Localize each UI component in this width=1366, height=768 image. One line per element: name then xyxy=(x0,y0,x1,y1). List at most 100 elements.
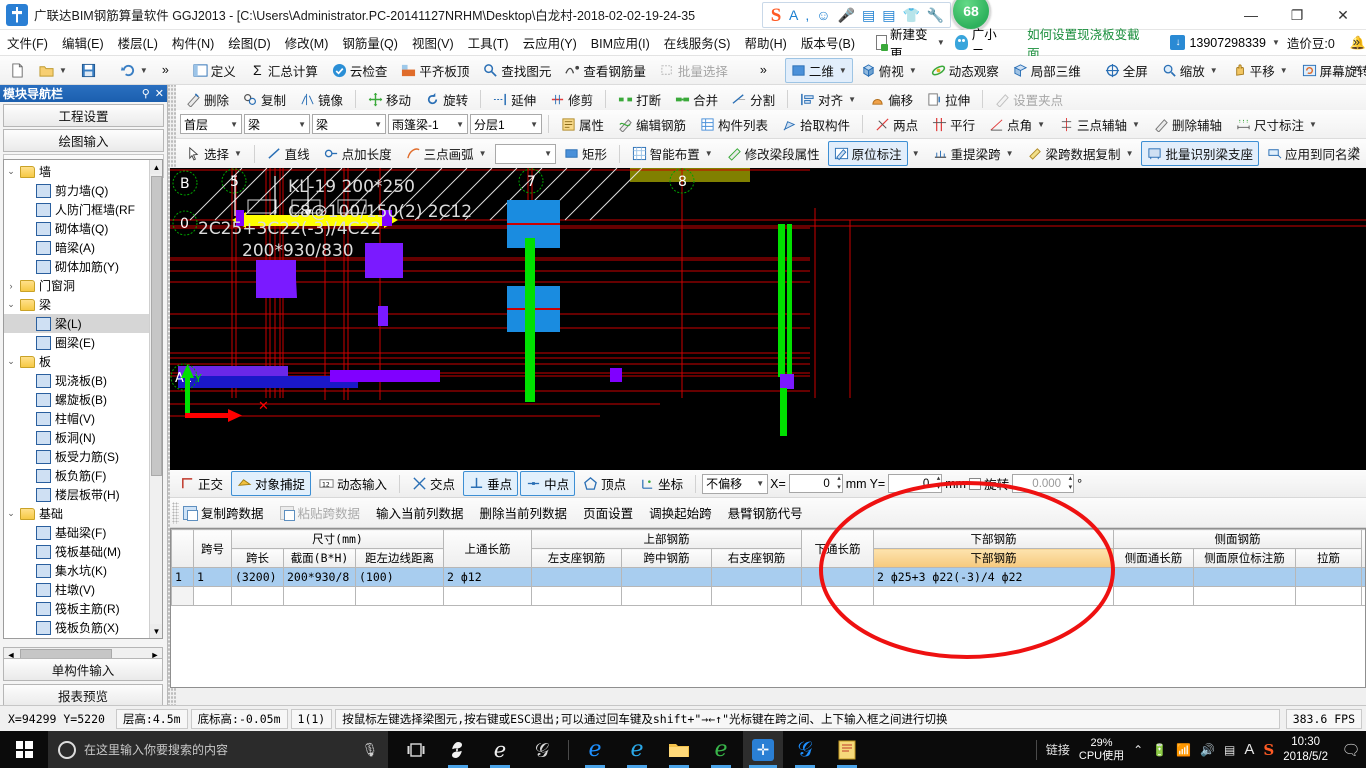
point-length-button[interactable]: 点加长度 xyxy=(318,141,398,166)
menu-overflow-icon[interactable]: » xyxy=(1353,34,1360,49)
category-chevron-down-icon[interactable]: ▼ xyxy=(298,120,306,129)
menu-floor[interactable]: 楼层(L) xyxy=(111,31,165,54)
parallel-axis-button[interactable]: 平行 xyxy=(926,112,981,137)
cad-drawing-area[interactable]: B 0 A1 5 7 8 KL-19 200*250 C8@100/150(2)… xyxy=(170,168,1366,470)
move-button[interactable]: 移动 xyxy=(362,87,417,112)
align-button[interactable]: 对齐 ▼ xyxy=(794,87,862,112)
tree-item[interactable]: 筏板负筋(X) xyxy=(4,618,162,637)
select-tool-chevron-down-icon[interactable]: ▼ xyxy=(234,149,242,158)
tree-item[interactable]: 独立基础(P) xyxy=(4,637,162,638)
ime-card-icon[interactable]: ▤ xyxy=(882,8,895,22)
rectangle-tool-button[interactable]: 矩形 xyxy=(558,141,613,166)
project-settings-button[interactable]: 工程设置 xyxy=(3,104,164,127)
fullscreen-button[interactable]: 全屏 xyxy=(1099,58,1154,83)
sogou-tray-icon[interactable]: S xyxy=(1263,741,1274,759)
delete-axis-button[interactable]: 删除辅轴 xyxy=(1148,112,1228,137)
undo-chevron-down-icon[interactable]: ▼ xyxy=(140,66,148,75)
in-situ-chevron-down-icon[interactable]: ▼ xyxy=(912,149,920,158)
chevron-right-icon[interactable]: › xyxy=(4,281,18,291)
top-view-chevron-down-icon[interactable]: ▼ xyxy=(909,66,917,75)
menu-edit[interactable]: 编辑(E) xyxy=(55,31,111,54)
tree-folder[interactable]: ⌄ 梁 xyxy=(4,295,162,314)
header-extra[interactable] xyxy=(1361,529,1365,568)
merge-button[interactable]: 合并 xyxy=(669,87,724,112)
close-icon[interactable]: ✕ xyxy=(155,87,164,100)
ortho-button[interactable]: 正交 xyxy=(174,471,229,496)
scroll-up-icon[interactable]: ▲ xyxy=(150,160,162,174)
cell-bottom-through[interactable] xyxy=(801,567,875,587)
re-extract-chevron-down-icon[interactable]: ▼ xyxy=(1006,149,1014,158)
in-situ-label-button[interactable]: 原位标注 xyxy=(827,141,908,166)
component-select[interactable]: 雨篷梁-1 ▼ xyxy=(388,114,468,134)
tree-item[interactable]: 筏板基础(M) xyxy=(4,542,162,561)
edit-beam-segment-button[interactable]: 修改梁段属性 xyxy=(721,141,826,166)
menu-rebar-quantity[interactable]: 钢筋量(Q) xyxy=(335,31,405,54)
draw-style-chevron-down-icon[interactable]: ▼ xyxy=(544,149,552,158)
ime-tools-icon[interactable]: 🔧 xyxy=(927,8,944,22)
toolbar-left-overflow[interactable]: » xyxy=(156,60,175,80)
smart-layout-button[interactable]: 智能布置 ▼ xyxy=(626,141,719,166)
empty-cell[interactable] xyxy=(1113,586,1195,606)
zoom-chevron-down-icon[interactable]: ▼ xyxy=(1210,66,1218,75)
menu-bim-app[interactable]: BIM应用(I) xyxy=(584,31,657,54)
span-data-table[interactable]: 跨号 尺寸(mm) 上通长筋 上部钢筋 下通长筋 下部钢筋 侧面钢筋 跨长 截面… xyxy=(170,528,1366,688)
edge-legacy-icon[interactable]: e xyxy=(480,731,520,768)
paste-span-data-button[interactable]: 粘贴跨数据 xyxy=(273,500,368,525)
three-point-arc-button[interactable]: 三点画弧 ▼ xyxy=(400,141,493,166)
chevron-down-icon[interactable]: ⌄ xyxy=(4,356,18,367)
header-top-through[interactable]: 上通长筋 xyxy=(443,529,532,568)
header-left-support[interactable]: 左支座钢筋 xyxy=(531,548,622,568)
object-snap-button[interactable]: 对象捕捉 xyxy=(231,471,312,496)
menu-online-service[interactable]: 在线服务(S) xyxy=(657,31,738,54)
link-label[interactable]: 链接 xyxy=(1046,741,1070,758)
coins-label[interactable]: 造价豆:0 xyxy=(1280,31,1342,54)
header-tie-rebar[interactable]: 拉筋 xyxy=(1295,548,1363,568)
menu-help[interactable]: 帮助(H) xyxy=(737,31,793,54)
align-slab-top-button[interactable]: 平齐板顶 xyxy=(395,58,475,83)
find-element-button[interactable]: 查找图元 xyxy=(477,58,557,83)
chevron-down-icon[interactable]: ⌄ xyxy=(4,508,18,519)
local-3d-button[interactable]: 局部三维 xyxy=(1007,58,1087,83)
mirror-button[interactable]: 镜像 xyxy=(294,87,349,112)
split-button[interactable]: 分割 xyxy=(726,87,781,112)
header-mid-span[interactable]: 跨中钢筋 xyxy=(621,548,712,568)
batch-select-button[interactable]: 批量选择 xyxy=(654,58,734,83)
coordinate-snap-button[interactable]: 坐标 xyxy=(634,471,689,496)
batch-recognize-support-button[interactable]: 批量识别梁支座 xyxy=(1141,141,1259,166)
tree-item[interactable]: 圈梁(E) xyxy=(4,333,162,352)
menu-component[interactable]: 构件(N) xyxy=(165,31,221,54)
delete-button[interactable]: 删除 xyxy=(180,87,235,112)
tree-item[interactable]: 柱帽(V) xyxy=(4,409,162,428)
component-type-select[interactable]: 梁 ▼ xyxy=(312,114,386,134)
three-point-chevron-down-icon[interactable]: ▼ xyxy=(1132,120,1140,129)
header-side-rebar[interactable]: 侧面钢筋 xyxy=(1113,529,1363,549)
cell-mid-span[interactable] xyxy=(621,567,712,587)
row-number-cell[interactable]: 1 xyxy=(171,567,194,587)
re-extract-span-button[interactable]: 重提梁跨 ▼ xyxy=(927,141,1020,166)
scroll-down-icon[interactable]: ▼ xyxy=(150,624,162,638)
dynamic-input-button[interactable]: 12 动态输入 xyxy=(313,471,393,496)
empty-cell[interactable] xyxy=(1361,586,1365,606)
extend-button[interactable]: 延伸 xyxy=(487,87,542,112)
ggj-icon[interactable]: ✛ xyxy=(743,731,783,768)
wifi-icon[interactable]: 📶 xyxy=(1176,743,1191,757)
edge-blue-icon[interactable]: e xyxy=(617,731,657,768)
pan-chevron-down-icon[interactable]: ▼ xyxy=(1280,66,1288,75)
sogou-logo-icon[interactable]: S xyxy=(764,4,788,28)
rotate-button[interactable]: 旋转 xyxy=(419,87,474,112)
page-setup-button[interactable]: 页面设置 xyxy=(576,500,640,525)
comp-type-chevron-down-icon[interactable]: ▼ xyxy=(374,120,382,129)
dimension-button[interactable]: 尺寸标注 ▼ xyxy=(1230,112,1323,137)
floor-chevron-down-icon[interactable]: ▼ xyxy=(230,120,238,129)
empty-cell[interactable] xyxy=(1295,586,1363,606)
tree-item[interactable]: 筏板主筋(R) xyxy=(4,599,162,618)
input-current-column-button[interactable]: 输入当前列数据 xyxy=(369,500,471,525)
copy-span-data-toolbar-button[interactable]: 复制跨数据 xyxy=(176,500,271,525)
point-angle-chevron-down-icon[interactable]: ▼ xyxy=(1037,120,1045,129)
draw-style-select[interactable]: ▼ xyxy=(494,143,557,164)
ime-punctuation-icon[interactable]: , xyxy=(805,8,809,22)
empty-cell[interactable] xyxy=(193,586,232,606)
header-bottom-through[interactable]: 下通长筋 xyxy=(801,529,875,568)
toolbar-main-overflow[interactable]: » xyxy=(754,60,773,80)
header-top-rebar[interactable]: 上部钢筋 xyxy=(530,529,803,549)
